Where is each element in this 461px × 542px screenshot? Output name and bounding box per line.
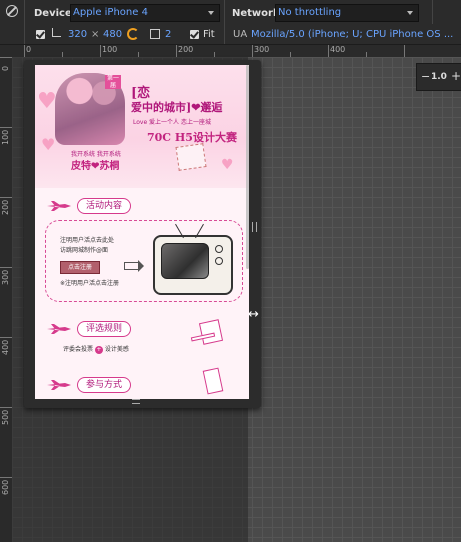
device-scale-icon <box>150 29 160 39</box>
toolbar-row-device: Device Apple iPhone 4 Network No throttl… <box>0 0 461 44</box>
edition-badge: 第一届 <box>105 75 121 89</box>
tablet-sketch <box>198 319 224 345</box>
ruler-tick <box>100 45 101 57</box>
ruler-tick <box>0 127 12 128</box>
plus-icon: + <box>94 345 103 354</box>
heart-icon: ♥ <box>37 89 57 114</box>
ruler-tick <box>0 407 12 408</box>
ruler-tick <box>0 197 12 198</box>
toolbar-divider <box>224 24 225 44</box>
ruler-tick <box>24 45 25 57</box>
airplane-icon <box>47 324 71 334</box>
airplane-icon <box>47 201 71 211</box>
network-select-value: No throttling <box>278 7 342 18</box>
ruler-label: 600 <box>1 479 10 495</box>
toolbar-divider <box>224 0 225 24</box>
ruler-tick <box>0 477 12 478</box>
ruler-tick <box>0 337 12 338</box>
heart-icon: ♥ <box>221 157 234 173</box>
hero-banner: ♥ ♥ ♥ 第一届 [恋 爱中的城市]❤邂逅 Love 爱上一个人 恋上一座城 … <box>35 65 249 188</box>
resize-arrows-icon[interactable]: ↔ <box>248 307 259 322</box>
no-emulation-icon[interactable] <box>6 5 18 17</box>
content-line: 注明用户活点去此处 <box>60 237 115 244</box>
network-select[interactable]: No throttling <box>275 4 419 22</box>
tv-knob <box>215 245 223 253</box>
postmark-stamp <box>175 143 207 171</box>
hero-title-line1: [恋 <box>131 86 151 101</box>
ruler-label: 0 <box>26 45 32 54</box>
device-frame: ♥ ♥ ♥ 第一届 [恋 爱中的城市]❤邂逅 Love 爱上一个人 恋上一座城 … <box>24 60 261 408</box>
section-title-rules: 评选规则 <box>77 321 132 337</box>
heart-icon: ♥ <box>41 135 56 154</box>
ruler-label: 500 <box>1 409 10 425</box>
arrow-right-icon <box>124 260 144 272</box>
times-sign: × <box>91 29 100 40</box>
width-resize-grip[interactable] <box>252 222 257 232</box>
ruler-label: 300 <box>1 269 10 285</box>
hero-title-line2: 爱中的城市]❤邂逅 <box>131 101 223 114</box>
ruler-label: 300 <box>254 45 270 54</box>
ruler-label: 200 <box>1 199 10 215</box>
zoom-control: − 1.0 + <box>416 63 461 91</box>
tv-knob <box>215 257 223 265</box>
viewport-scrollbar[interactable] <box>246 65 249 269</box>
register-button[interactable]: 点击注册 <box>60 261 100 274</box>
device-select-value: Apple iPhone 4 <box>73 7 148 18</box>
height-input[interactable]: 480 <box>103 29 122 40</box>
tv-screen <box>161 243 209 279</box>
rules-suffix: 设计美感 <box>104 346 129 353</box>
zoom-out-button[interactable]: − <box>421 70 430 83</box>
fit-checkbox[interactable] <box>190 30 199 39</box>
ruler-label: 400 <box>1 339 10 355</box>
phone-sketch <box>202 367 224 395</box>
section-title-content: 活动内容 <box>77 198 132 214</box>
ruler-corner <box>0 45 24 57</box>
rules-prefix: 评委会投票 <box>63 346 94 353</box>
contest-title: 70C H5设计大赛 <box>147 131 237 144</box>
zoom-value: 1.0 <box>431 72 447 82</box>
emulation-stage: ♥ ♥ ♥ 第一届 [恋 爱中的城市]❤邂逅 Love 爱上一个人 恋上一座城 … <box>12 57 461 542</box>
couple-names: 皮特❤苏桐 <box>71 161 120 172</box>
content-line: 访跳网城制作@面 <box>60 247 109 254</box>
chevron-down-icon <box>407 11 413 15</box>
ruler-label: 400 <box>330 45 346 54</box>
toolbar-row-resolution: 320 × 480 2 Fit UA Mozilla/5.0 (iPhone; … <box>0 24 461 44</box>
ua-label: UA <box>233 29 248 40</box>
ruler-tick <box>176 45 177 57</box>
ruler-tick <box>404 45 405 57</box>
page-viewport[interactable]: ♥ ♥ ♥ 第一届 [恋 爱中的城市]❤邂逅 Love 爱上一个人 恋上一座城 … <box>35 65 249 399</box>
emulation-toolbar: Device Apple iPhone 4 Network No throttl… <box>0 0 461 45</box>
network-label: Network <box>232 8 280 19</box>
ruler-label: 0 <box>1 65 10 71</box>
resolution-checkbox[interactable] <box>36 30 45 39</box>
swap-dimensions-icon[interactable] <box>127 28 139 40</box>
fit-label: Fit <box>203 29 215 40</box>
section-title-participate: 参与方式 <box>77 377 132 393</box>
ruler-tick <box>0 267 12 268</box>
ruler-label: 200 <box>178 45 194 54</box>
hero-title: [恋 爱中的城市]❤邂逅 <box>131 87 247 115</box>
edition-badge-text: 第一届 <box>106 75 119 89</box>
airplane-icon <box>47 380 71 390</box>
ruler-tick <box>328 45 329 57</box>
toolbar-divider <box>432 0 433 24</box>
ruler-tick <box>0 57 12 58</box>
device-select[interactable]: Apple iPhone 4 <box>70 4 220 22</box>
height-resize-grip[interactable] <box>132 399 140 404</box>
ruler-label: 100 <box>102 45 118 54</box>
hero-subtitle: Love 爱上一个人 恋上一座城 <box>133 119 211 126</box>
retro-tv-illustration <box>153 223 233 295</box>
chevron-down-icon <box>208 11 214 15</box>
scale-input[interactable]: 2 <box>165 29 171 40</box>
ruler-label: 100 <box>1 129 10 145</box>
content-line: ※注明用户活点击注册 <box>60 280 120 287</box>
user-agent-input[interactable]: Mozilla/5.0 (iPhone; U; CPU iPhone OS ..… <box>251 29 453 40</box>
ruler-tick <box>252 45 253 57</box>
resize-corner-icon <box>52 28 61 37</box>
device-label: Device <box>34 8 72 19</box>
rules-text: 评委会投票 + 设计美感 <box>63 344 129 354</box>
width-input[interactable]: 320 <box>68 29 87 40</box>
zoom-in-button[interactable]: + <box>451 69 461 83</box>
